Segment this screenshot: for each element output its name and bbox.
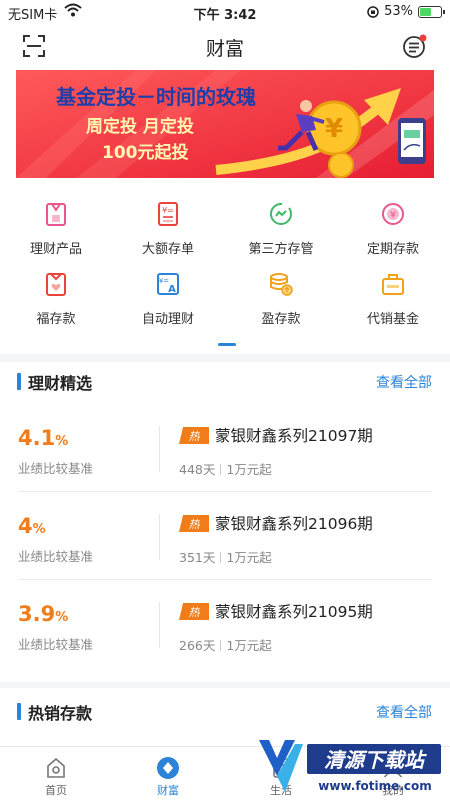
menu-item-agency-fund[interactable]: 代销基金 bbox=[337, 270, 449, 330]
section-divider bbox=[0, 354, 450, 362]
section-divider bbox=[0, 682, 450, 688]
menu-item-label: 第三方存管 bbox=[248, 242, 314, 257]
view-all-link[interactable]: 查看全部 bbox=[376, 372, 432, 392]
menu-item-label: 定期存款 bbox=[366, 242, 419, 257]
notification-dot bbox=[419, 34, 427, 42]
menu-item-label: 理财产品 bbox=[29, 242, 82, 257]
service-grid: 理财产品 ¥= 大额存单 第三方存管 ¥ 定期存款 福存款 ¥= A 自动理财 … bbox=[0, 200, 450, 340]
fixed-deposit-icon: ¥ bbox=[382, 203, 404, 225]
svg-text:热: 热 bbox=[189, 430, 201, 443]
menu-item-wealth-products[interactable]: 理财产品 bbox=[0, 200, 112, 260]
hot-badge: 热 bbox=[179, 427, 209, 444]
battery-fill bbox=[420, 7, 431, 16]
orientation-lock-icon bbox=[367, 5, 379, 18]
svg-text:¥: ¥ bbox=[390, 211, 396, 221]
menu-item-fu-deposit[interactable]: 福存款 bbox=[0, 270, 112, 330]
product-card[interactable]: 4% 业绩比较基准 热 蒙银财鑫系列21096期 351天 1万元起 bbox=[0, 492, 450, 580]
product-rate: 4% bbox=[18, 514, 46, 538]
product-name: 蒙银财鑫系列21095期 bbox=[215, 603, 373, 621]
status-bar: 无SIM卡 下午 3:42 53% bbox=[0, 0, 450, 24]
page-indicator bbox=[218, 343, 236, 346]
tab-home[interactable]: 首页 bbox=[0, 747, 112, 800]
menu-item-label: 代销基金 bbox=[366, 312, 419, 327]
message-icon[interactable] bbox=[402, 33, 428, 59]
banner-headline: 基金定投－时间的玫瑰 bbox=[56, 85, 256, 109]
product-name: 蒙银财鑫系列21096期 bbox=[215, 515, 373, 533]
menu-item-auto-finance[interactable]: ¥= A 自动理财 bbox=[112, 270, 224, 330]
svg-text:热: 热 bbox=[189, 518, 201, 531]
product-name: 蒙银财鑫系列21097期 bbox=[215, 427, 373, 445]
coins-icon bbox=[270, 273, 293, 296]
hot-badge: 热 bbox=[179, 515, 209, 532]
product-card[interactable]: 4.1% 业绩比较基准 热 蒙银财鑫系列21097期 448天 1万元起 bbox=[0, 404, 450, 492]
product-meta: 266天 1万元起 bbox=[179, 638, 272, 653]
nav-bar: 财富 bbox=[0, 24, 450, 68]
menu-item-label: 盈存款 bbox=[261, 312, 301, 327]
menu-item-third-party[interactable]: 第三方存管 bbox=[225, 200, 337, 260]
card-divider bbox=[159, 426, 160, 472]
wealth-product-icon bbox=[46, 203, 66, 226]
certificate-icon: ¥= bbox=[158, 202, 178, 226]
card-divider bbox=[159, 514, 160, 560]
menu-item-label: 福存款 bbox=[36, 312, 76, 327]
watermark-text: 清源下载站 bbox=[324, 748, 427, 772]
menu-item-ying-deposit[interactable]: 盈存款 bbox=[225, 270, 337, 330]
wealth-icon bbox=[157, 757, 179, 779]
banner-line3: 100元起投 bbox=[102, 142, 189, 163]
menu-item-label: 大额存单 bbox=[141, 242, 194, 257]
view-all-link[interactable]: 查看全部 bbox=[376, 702, 432, 722]
svg-text:¥=: ¥= bbox=[162, 206, 174, 215]
hot-badge: 热 bbox=[179, 603, 209, 620]
third-party-icon bbox=[270, 203, 292, 225]
promo-banner[interactable]: ¥ 基金定投－时间的玫瑰 周定投 月定投 100元起投 bbox=[16, 70, 434, 178]
section-title: 理财精选 bbox=[28, 374, 93, 393]
product-meta: 351天 1万元起 bbox=[179, 550, 272, 565]
card-divider bbox=[159, 602, 160, 648]
svg-text:A: A bbox=[168, 284, 176, 295]
phone-illustration bbox=[398, 118, 426, 164]
home-icon bbox=[47, 757, 65, 778]
briefcase-icon bbox=[382, 274, 404, 295]
featured-section-header: 理财精选 查看全部 bbox=[0, 362, 450, 402]
product-rate: 4.1% bbox=[18, 426, 69, 450]
hot-deposit-section-header: 热销存款 查看全部 bbox=[0, 692, 450, 732]
page-title: 财富 bbox=[205, 38, 244, 60]
product-card[interactable]: 3.9% 业绩比较基准 热 蒙银财鑫系列21095期 266天 1万元起 bbox=[0, 580, 450, 668]
tab-wealth[interactable]: 财富 bbox=[112, 747, 224, 800]
svg-text:热: 热 bbox=[189, 606, 201, 619]
rate-label: 业绩比较基准 bbox=[18, 549, 94, 564]
product-rate: 3.9% bbox=[18, 602, 69, 626]
tab-label: 首页 bbox=[45, 784, 67, 797]
section-accent-bar bbox=[17, 703, 21, 720]
battery-icon bbox=[418, 5, 445, 18]
section-accent-bar bbox=[17, 373, 21, 390]
auto-finance-icon: ¥= A bbox=[157, 273, 179, 295]
product-meta: 448天 1万元起 bbox=[179, 462, 272, 477]
menu-item-fixed-deposit[interactable]: ¥ 定期存款 bbox=[337, 200, 449, 260]
fu-deposit-icon bbox=[46, 273, 66, 296]
menu-item-large-certificate[interactable]: ¥= 大额存单 bbox=[112, 200, 224, 260]
coin-symbol: ¥ bbox=[325, 114, 343, 144]
section-title: 热销存款 bbox=[28, 704, 93, 723]
watermark-logo: 清源下载站 www.fotime.com bbox=[259, 740, 441, 793]
menu-item-label: 自动理财 bbox=[141, 312, 194, 327]
watermark-url: www.fotime.com bbox=[318, 779, 431, 793]
rate-label: 业绩比较基准 bbox=[18, 637, 94, 652]
battery-percent: 53% bbox=[384, 4, 413, 19]
rate-label: 业绩比较基准 bbox=[18, 461, 94, 476]
tab-label: 财富 bbox=[157, 784, 179, 797]
banner-line2: 周定投 月定投 bbox=[86, 116, 194, 137]
